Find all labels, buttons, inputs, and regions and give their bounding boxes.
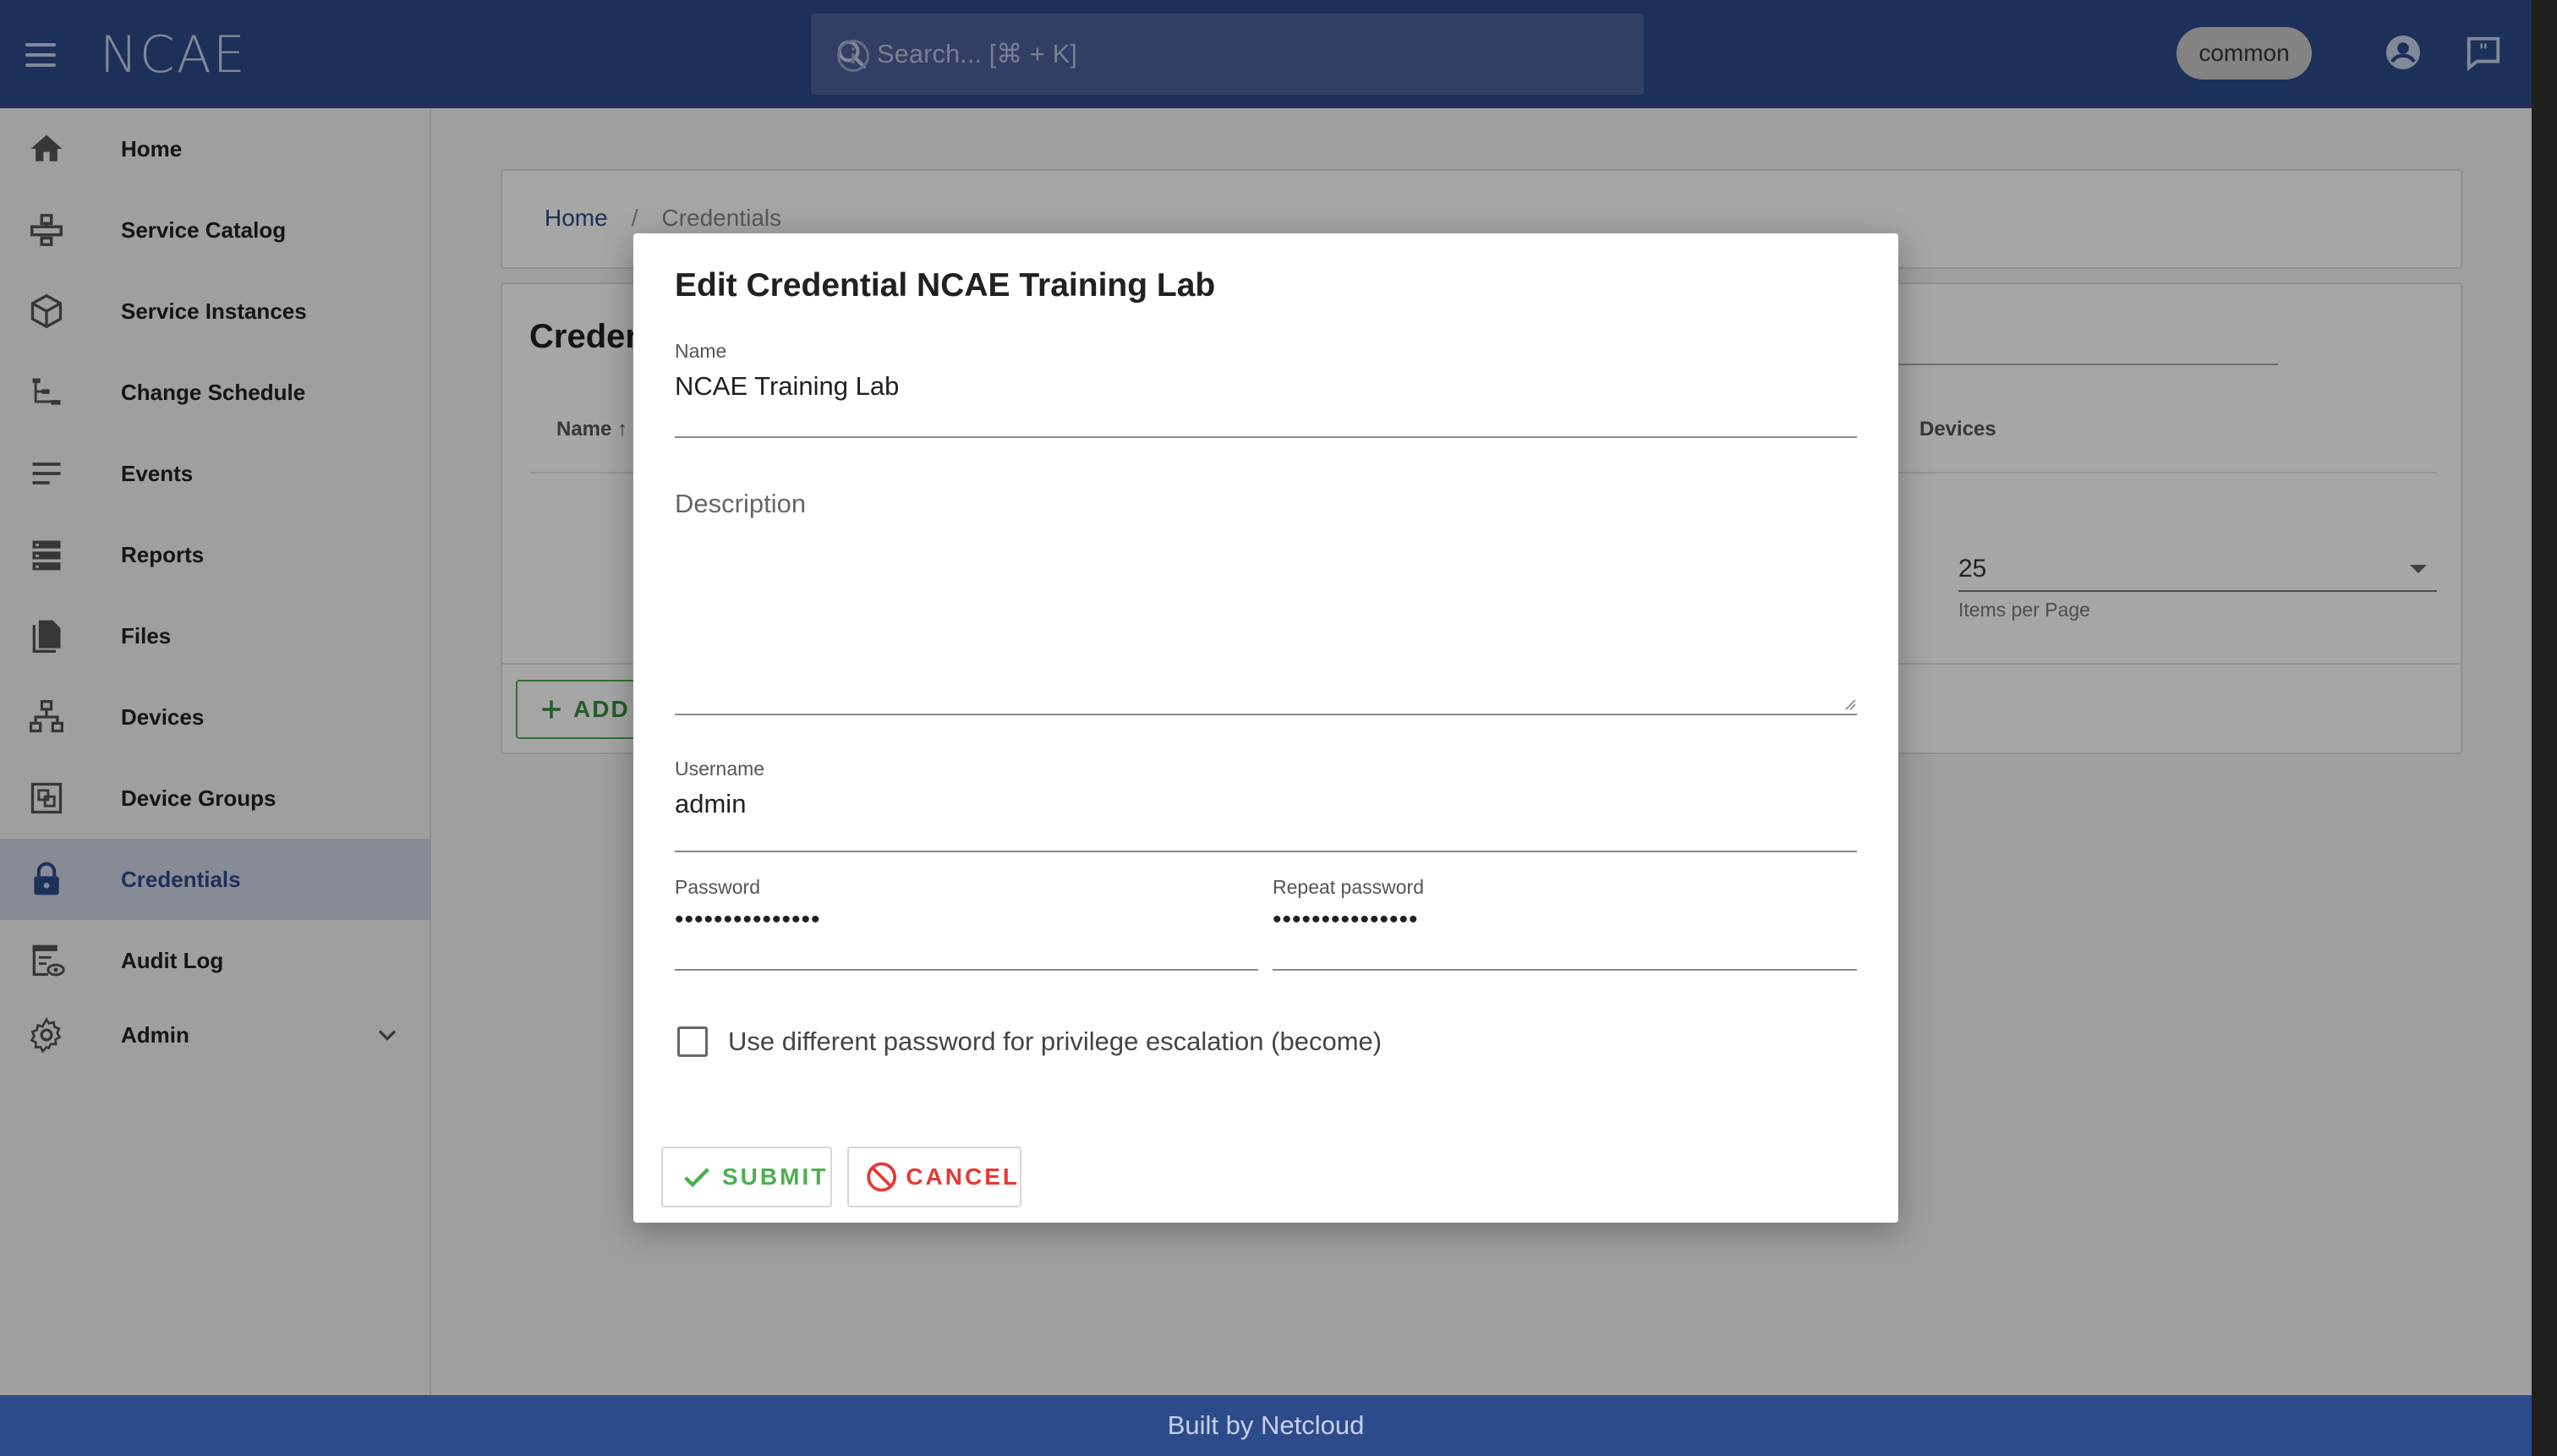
become-password-option[interactable]: Use different password for privilege esc… [677, 1026, 1382, 1057]
dialog-title: Edit Credential NCAE Training Lab [675, 267, 1216, 304]
username-label: Username [675, 758, 765, 780]
cancel-label: CANCEL [906, 1163, 1020, 1190]
footer-text: Built by Netcloud [1167, 1410, 1365, 1440]
password-field[interactable]: Password ••••••••••••••• [675, 876, 1258, 971]
cancel-button[interactable]: CANCEL [847, 1147, 1021, 1207]
submit-label: SUBMIT [722, 1163, 829, 1190]
edit-credential-dialog: Edit Credential NCAE Training Lab Name N… [633, 233, 1898, 1223]
footer: Built by Netcloud [0, 1395, 2532, 1456]
scrollbar[interactable] [2532, 0, 2557, 1456]
check-icon [684, 1168, 709, 1188]
resize-handle-icon[interactable] [1844, 698, 1856, 710]
username-field[interactable]: Username admin [675, 758, 1857, 852]
name-value[interactable]: NCAE Training Lab [675, 371, 1857, 402]
password-value[interactable]: ••••••••••••••• [675, 906, 1258, 934]
become-password-label[interactable]: Use different password for privilege esc… [728, 1026, 1382, 1057]
repeat-password-field[interactable]: Repeat password ••••••••••••••• [1273, 876, 1857, 971]
name-label: Name [675, 340, 727, 362]
become-password-checkbox[interactable] [677, 1026, 708, 1057]
repeat-password-value[interactable]: ••••••••••••••• [1273, 906, 1857, 934]
password-label: Password [675, 876, 760, 898]
description-placeholder: Description [675, 489, 807, 518]
submit-button[interactable]: SUBMIT [661, 1147, 832, 1207]
description-field[interactable] [675, 487, 1857, 715]
username-value[interactable]: admin [675, 789, 1857, 819]
name-field[interactable]: Name NCAE Training Lab [675, 340, 1857, 438]
repeat-password-label: Repeat password [1273, 876, 1424, 898]
block-icon [867, 1162, 897, 1192]
